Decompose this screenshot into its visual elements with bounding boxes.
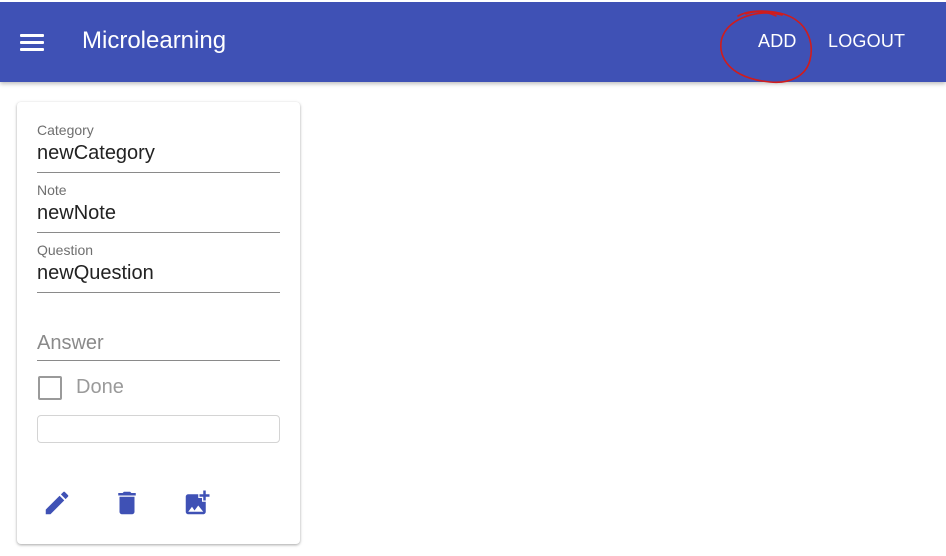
question-input[interactable]: newQuestion (37, 262, 280, 285)
flashcard: Category newCategory Note newNote Questi… (17, 102, 300, 544)
note-underline (37, 232, 280, 233)
menu-icon-bar-middle (20, 41, 44, 44)
question-label: Question (37, 242, 94, 258)
answer-underline (37, 360, 280, 361)
add-image-icon (185, 490, 210, 515)
window-top-border (0, 0, 946, 2)
answer-field[interactable]: Answer (37, 328, 280, 362)
note-label: Note (37, 182, 67, 198)
done-row: Done (37, 376, 237, 402)
note-input[interactable]: newNote (37, 202, 280, 225)
edit-icon (45, 491, 69, 515)
app-title: Microlearning (82, 27, 227, 54)
add-button[interactable]: ADD (758, 31, 797, 52)
delete-icon (118, 491, 136, 515)
add-image-button[interactable] (182, 488, 212, 518)
category-input[interactable]: newCategory (37, 142, 280, 165)
question-underline (37, 292, 280, 293)
done-checkbox[interactable] (38, 376, 62, 400)
delete-button[interactable] (112, 488, 142, 518)
menu-button[interactable] (20, 34, 44, 52)
edit-button[interactable] (42, 488, 72, 518)
logout-button[interactable]: LOGOUT (828, 31, 905, 52)
menu-icon (20, 34, 44, 37)
menu-icon-bar-bottom (20, 48, 44, 51)
done-label: Done (76, 376, 124, 398)
app-bar: Microlearning ADD LOGOUT (0, 0, 946, 82)
answer-input[interactable]: Answer (37, 332, 104, 355)
category-label: Category (37, 122, 94, 138)
extra-text-input[interactable] (37, 415, 280, 443)
category-underline (37, 172, 280, 173)
